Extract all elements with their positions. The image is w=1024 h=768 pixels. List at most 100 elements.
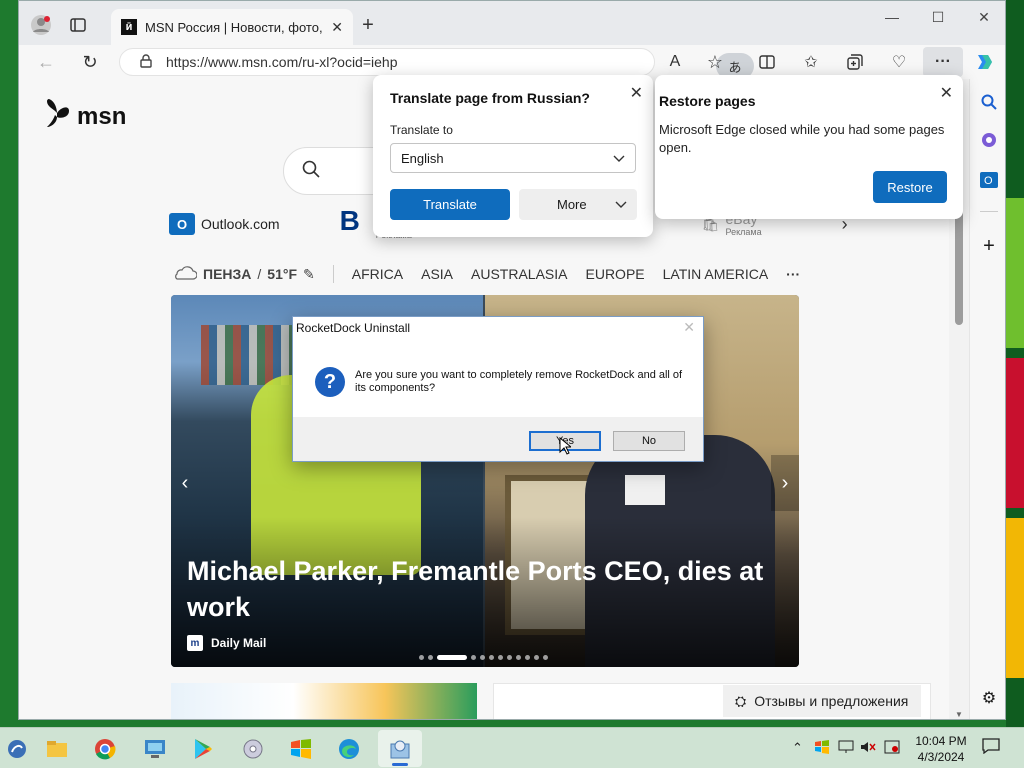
- hero-prev-icon[interactable]: ‹: [171, 455, 199, 511]
- nav-item-australasia[interactable]: AUSTRALASIA: [471, 266, 567, 282]
- carousel-dot[interactable]: [480, 655, 485, 660]
- tab-title: MSN Россия | Новости, фото, по: [145, 19, 324, 35]
- dialog-footer: Yes No: [293, 417, 703, 461]
- sidebar-m365-icon[interactable]: [978, 129, 1000, 151]
- network-icon[interactable]: [838, 740, 854, 757]
- settings-more-icon[interactable]: ···: [923, 47, 963, 77]
- restore-close-icon[interactable]: ✕: [940, 83, 953, 103]
- question-icon: ?: [315, 367, 345, 397]
- profile-avatar-icon[interactable]: [29, 13, 53, 37]
- tab-msn[interactable]: ӣ MSN Россия | Новости, фото, по ✕: [111, 9, 353, 45]
- tray-windows-icon[interactable]: [814, 740, 830, 757]
- daily-mail-icon: m: [187, 635, 203, 651]
- address-bar-row: ← ↻ https://www.msn.com/ru-xl?ocid=iehp …: [19, 45, 1005, 79]
- carousel-dot[interactable]: [534, 655, 539, 660]
- volume-muted-icon[interactable]: [860, 740, 876, 757]
- carousel-dot[interactable]: [525, 655, 530, 660]
- nav-item-africa[interactable]: AFRICA: [352, 266, 403, 282]
- mouse-cursor-icon: [559, 436, 573, 460]
- hero-source-name: Daily Mail: [211, 636, 267, 650]
- favorite-star-icon[interactable]: ☆: [703, 51, 727, 73]
- sidebar-outlook-icon[interactable]: O: [978, 169, 1000, 191]
- notifications-icon[interactable]: [982, 738, 1000, 757]
- carousel-dot[interactable]: [428, 655, 433, 660]
- minimize-icon[interactable]: —: [869, 1, 915, 33]
- sidebar-search-icon[interactable]: [978, 91, 1000, 113]
- scroll-down-icon[interactable]: ▼: [955, 710, 963, 719]
- favorites-icon[interactable]: ✩: [799, 51, 823, 73]
- disc-cleanup-icon[interactable]: [238, 734, 268, 764]
- close-window-icon[interactable]: ✕: [961, 1, 1005, 33]
- tab-close-icon[interactable]: ✕: [331, 19, 343, 36]
- back-icon[interactable]: ←: [35, 52, 57, 72]
- file-explorer-icon[interactable]: [42, 734, 72, 764]
- language-select[interactable]: English: [390, 143, 636, 173]
- carousel-dot[interactable]: [419, 655, 424, 660]
- read-aloud-icon[interactable]: A: [663, 51, 687, 73]
- nav-item-latin-america[interactable]: LATIN AMERICA: [663, 266, 769, 282]
- tab-actions-icon[interactable]: [67, 15, 89, 35]
- region-nav: ПЕНЗА / 51°F ✎ AFRICA ASIA AUSTRALASIA E…: [171, 261, 800, 287]
- carousel-dot[interactable]: [489, 655, 494, 660]
- name-badge: [625, 475, 665, 505]
- translate-close-icon[interactable]: ✕: [630, 83, 643, 103]
- feedback-button[interactable]: ⛭ Отзывы и предложения: [723, 685, 921, 717]
- collections-icon[interactable]: [843, 51, 867, 73]
- translate-popup-title: Translate page from Russian?: [390, 90, 590, 106]
- quick-link-label: Outlook.com: [201, 216, 280, 232]
- url-field[interactable]: https://www.msn.com/ru-xl?ocid=iehp あ: [119, 48, 754, 79]
- action-center-alert-icon[interactable]: [884, 740, 900, 757]
- outlook-icon: O: [169, 213, 195, 235]
- google-play-icon[interactable]: [188, 734, 218, 764]
- edit-pencil-icon[interactable]: ✎: [303, 266, 315, 283]
- carousel-dot[interactable]: [471, 655, 476, 660]
- refresh-icon[interactable]: ↻: [79, 51, 101, 73]
- new-tab-icon[interactable]: +: [357, 14, 379, 36]
- split-screen-icon[interactable]: [755, 51, 779, 73]
- carousel-dot[interactable]: [543, 655, 548, 660]
- windows-flag-icon[interactable]: [286, 734, 316, 764]
- news-card-1[interactable]: [171, 683, 477, 719]
- sidebar-settings-icon[interactable]: ⚙: [978, 687, 1000, 709]
- installer-icon[interactable]: [385, 734, 415, 764]
- nav-item-europe[interactable]: EUROPE: [586, 266, 645, 282]
- control-panel-icon[interactable]: [140, 734, 170, 764]
- edge-icon[interactable]: [334, 734, 364, 764]
- dialog-close-icon[interactable]: ✕: [683, 319, 695, 336]
- maximize-icon[interactable]: ☐: [915, 1, 961, 33]
- more-button[interactable]: More: [519, 189, 637, 220]
- copilot-icon[interactable]: [973, 51, 997, 73]
- carousel-dot[interactable]: [498, 655, 503, 660]
- restore-button[interactable]: Restore: [873, 171, 947, 203]
- chevron-down-icon: [613, 151, 625, 166]
- nav-item-asia[interactable]: ASIA: [421, 266, 453, 282]
- taskbar-clock[interactable]: 10:04 PM 4/3/2024: [910, 733, 972, 765]
- restore-pages-popup: Restore pages ✕ Microsoft Edge closed wh…: [655, 75, 963, 219]
- hero-source[interactable]: m Daily Mail: [187, 635, 266, 651]
- edge-sidebar: O + ⚙: [969, 79, 1005, 719]
- svg-text:O: O: [984, 175, 993, 187]
- translate-popup: Translate page from Russian? ✕ Translate…: [373, 75, 653, 237]
- browser-essentials-icon[interactable]: ♡: [887, 51, 911, 73]
- msn-logo[interactable]: msn: [45, 97, 126, 136]
- carousel-dot[interactable]: [437, 655, 467, 660]
- no-button[interactable]: No: [613, 431, 685, 451]
- desktop-tile-green: [1006, 198, 1024, 348]
- carousel-dot[interactable]: [516, 655, 521, 660]
- carousel-dots: [419, 655, 548, 660]
- translate-button[interactable]: Translate: [390, 189, 510, 220]
- nav-more-icon[interactable]: ···: [786, 266, 800, 282]
- weather-widget[interactable]: ПЕНЗА / 51°F ✎: [171, 266, 315, 283]
- start-icon[interactable]: [2, 734, 32, 764]
- hero-headline[interactable]: Michael Parker, Fremantle Ports CEO, die…: [187, 553, 787, 625]
- carousel-dot[interactable]: [507, 655, 512, 660]
- quick-link-outlook[interactable]: O Outlook.com: [169, 213, 280, 235]
- hero-next-icon[interactable]: ›: [771, 455, 799, 511]
- clock-time: 10:04 PM: [915, 734, 967, 748]
- sidebar-add-icon[interactable]: +: [978, 235, 1000, 257]
- url-text: https://www.msn.com/ru-xl?ocid=iehp: [166, 54, 398, 70]
- weather-separator: /: [257, 266, 262, 282]
- chrome-icon[interactable]: [90, 734, 120, 764]
- selected-language: English: [401, 150, 444, 166]
- tray-overflow-icon[interactable]: ⌃: [792, 740, 803, 756]
